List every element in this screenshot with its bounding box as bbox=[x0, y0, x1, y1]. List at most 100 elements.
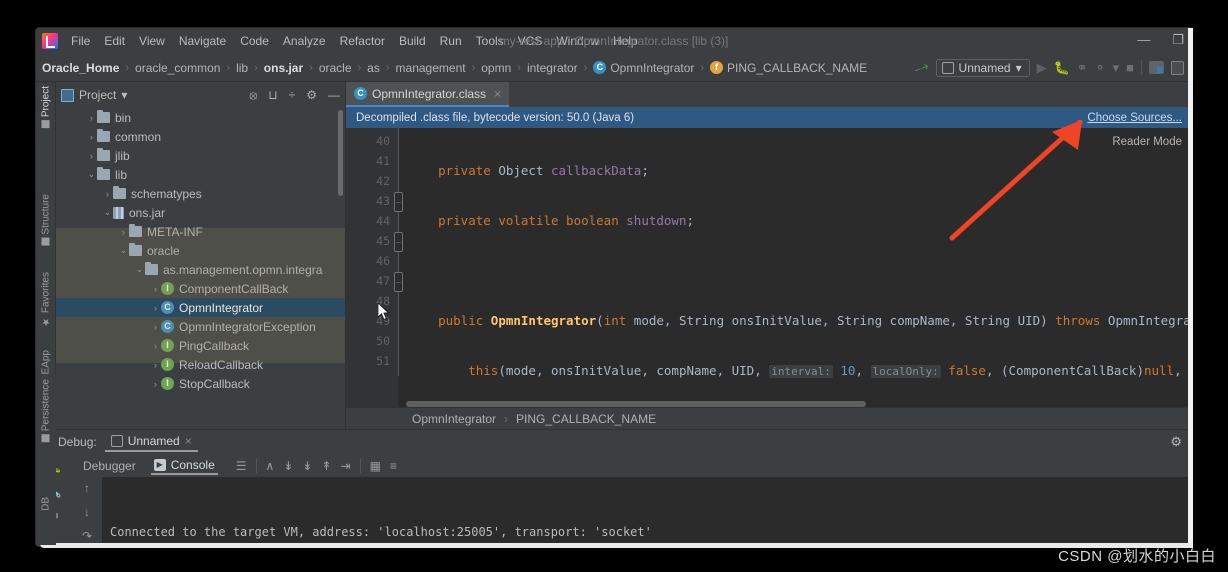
tree-item-schematypes[interactable]: › schematypes bbox=[56, 184, 345, 203]
menu-item-vcs[interactable]: VCS bbox=[511, 31, 550, 51]
step-over-icon[interactable]: ∧ bbox=[266, 459, 275, 473]
debug-icon[interactable]: 🐛 bbox=[1054, 60, 1070, 75]
menu-item-navigate[interactable]: Navigate bbox=[172, 31, 233, 51]
menu-item-view[interactable]: View bbox=[132, 31, 172, 51]
run-to-cursor-icon[interactable]: ⇥ bbox=[341, 459, 351, 473]
chevron-right-icon[interactable]: › bbox=[86, 113, 97, 123]
breadcrumb-ons-jar[interactable]: ons.jar bbox=[264, 61, 303, 75]
debug-session-tab[interactable]: Unnamed × bbox=[104, 432, 198, 452]
fold-marker-icon[interactable]: − bbox=[394, 272, 403, 292]
hide-icon[interactable]: — bbox=[328, 88, 340, 102]
tool-window-button-structure[interactable]: Structure bbox=[40, 194, 51, 246]
chevron-right-icon[interactable]: › bbox=[150, 303, 161, 313]
tab-debugger[interactable]: Debugger bbox=[80, 458, 139, 474]
editor-tab-opmnintegrator-class[interactable]: C OpmnIntegrator.class × bbox=[346, 82, 510, 107]
close-icon[interactable]: × bbox=[494, 87, 501, 101]
source-code[interactable]: private Object callbackData; private vol… bbox=[398, 128, 1192, 407]
breadcrumb-opmnintegrator[interactable]: C OpmnIntegrator bbox=[593, 61, 694, 75]
breadcrumb-management[interactable]: management bbox=[396, 61, 466, 75]
breadcrumb-oracle-common[interactable]: oracle_common bbox=[135, 61, 220, 75]
breadcrumb-opmn[interactable]: opmn bbox=[481, 61, 511, 75]
build-hammer-icon[interactable]: ⤍ bbox=[912, 57, 931, 78]
chevron-right-icon[interactable]: › bbox=[150, 322, 161, 332]
menu-item-file[interactable]: File bbox=[64, 31, 97, 51]
chevron-down-icon[interactable]: ⌄ bbox=[134, 264, 145, 275]
step-into-icon[interactable]: ↡ bbox=[283, 459, 293, 473]
close-icon[interactable]: × bbox=[185, 434, 192, 448]
tree-item-opmnintegratorexception[interactable]: › C OpmnIntegratorException bbox=[56, 317, 345, 336]
step-out-icon[interactable]: ↟ bbox=[321, 459, 331, 473]
profiler-icon[interactable]: ⚬ bbox=[1095, 60, 1106, 75]
reader-mode-label[interactable]: Reader Mode bbox=[1112, 136, 1182, 148]
chevron-down-icon[interactable]: ▾ bbox=[1113, 60, 1120, 75]
menu-item-help[interactable]: Help bbox=[606, 31, 645, 51]
tree-item-pingcallback[interactable]: › I PingCallback bbox=[56, 336, 345, 355]
tree-item-jlib[interactable]: › jlib bbox=[56, 146, 345, 165]
menu-item-build[interactable]: Build bbox=[392, 31, 433, 51]
tree-item-package[interactable]: ⌄ as.management.opmn.integra bbox=[56, 260, 345, 279]
chevron-right-icon[interactable]: › bbox=[118, 227, 129, 237]
tree-item-ons-jar[interactable]: ⌄ ons.jar bbox=[56, 203, 345, 222]
tool-window-button-project[interactable]: Project bbox=[40, 86, 51, 129]
force-step-into-icon[interactable]: ↡ bbox=[302, 459, 312, 473]
tree-item-componentcallback[interactable]: › I ComponentCallBack bbox=[56, 279, 345, 298]
menu-item-refactor[interactable]: Refactor bbox=[333, 31, 392, 51]
tree-item-bin[interactable]: › bin bbox=[56, 108, 345, 127]
locate-icon[interactable]: ⦻ bbox=[249, 88, 257, 103]
run-icon[interactable]: ▶ bbox=[1037, 60, 1047, 75]
breadcrumb-oracle[interactable]: oracle bbox=[319, 61, 352, 75]
chevron-down-icon[interactable]: ⌄ bbox=[118, 245, 129, 256]
run-configuration-selector[interactable]: Unnamed ▾ bbox=[935, 58, 1030, 77]
breadcrumb-as[interactable]: as bbox=[367, 61, 380, 75]
chevron-down-icon[interactable]: ▾ bbox=[121, 88, 127, 102]
stop-icon[interactable]: ■ bbox=[1126, 60, 1134, 75]
maximize-button[interactable]: ❐ bbox=[1172, 32, 1184, 48]
tool-window-button-favorites[interactable]: ★ Favorites bbox=[40, 272, 51, 327]
minimize-button[interactable]: — bbox=[1137, 32, 1150, 48]
menu-item-run[interactable]: Run bbox=[433, 31, 469, 51]
gear-icon[interactable]: ⚙ bbox=[1170, 434, 1182, 450]
expand-all-icon[interactable]: ⊔ bbox=[268, 88, 277, 102]
soft-wrap-icon[interactable]: ☰ bbox=[236, 459, 247, 473]
tree-item-common[interactable]: › common bbox=[56, 127, 345, 146]
choose-sources-link[interactable]: Choose Sources... bbox=[1087, 112, 1182, 124]
tree-item-lib[interactable]: ⌄ lib bbox=[56, 165, 345, 184]
chevron-down-icon[interactable]: ⌄ bbox=[86, 169, 97, 180]
tree-item-reloadcallback[interactable]: › I ReloadCallback bbox=[56, 355, 345, 374]
chevron-right-icon[interactable]: › bbox=[102, 189, 113, 199]
menu-item-edit[interactable]: Edit bbox=[97, 31, 132, 51]
tree-item-oracle[interactable]: ⌄ oracle bbox=[56, 241, 345, 260]
code-viewport[interactable]: 40 41 42 43 44 45 46 47 48 49 50 51 − − … bbox=[346, 128, 1192, 407]
fold-marker-icon[interactable]: − bbox=[394, 232, 403, 252]
tree-scrollbar[interactable] bbox=[338, 110, 343, 196]
chevron-right-icon[interactable]: › bbox=[150, 341, 161, 351]
tool-window-button-persistence[interactable]: Persistence bbox=[41, 379, 52, 443]
soft-wrap-icon[interactable]: ↷ bbox=[82, 529, 92, 543]
menu-item-code[interactable]: Code bbox=[233, 31, 276, 51]
chevron-right-icon[interactable]: › bbox=[86, 132, 97, 142]
chevron-right-icon[interactable]: › bbox=[86, 151, 97, 161]
tab-console[interactable]: ▶ Console bbox=[150, 457, 218, 475]
project-structure-icon[interactable] bbox=[1149, 61, 1164, 74]
editor-breadcrumb-class[interactable]: OpmnIntegrator bbox=[412, 412, 496, 426]
collapse-all-icon[interactable]: ÷ bbox=[289, 88, 296, 102]
settings-icon[interactable]: ≡ bbox=[390, 459, 397, 473]
breadcrumb-lib[interactable]: lib bbox=[236, 61, 248, 75]
editor-breadcrumb-field[interactable]: PING_CALLBACK_NAME bbox=[516, 412, 656, 426]
tree-item-meta-inf[interactable]: › META-INF bbox=[56, 222, 345, 241]
chevron-down-icon[interactable]: ⌄ bbox=[102, 207, 113, 218]
tree-item-opmnintegrator[interactable]: › C OpmnIntegrator bbox=[56, 298, 345, 317]
run-with-coverage-icon[interactable]: ⚭ bbox=[1077, 60, 1088, 75]
tool-window-button-db[interactable]: DB bbox=[41, 497, 52, 511]
horizontal-scrollbar[interactable] bbox=[406, 401, 866, 407]
settings-icon[interactable] bbox=[1171, 60, 1184, 75]
chevron-right-icon[interactable]: › bbox=[150, 284, 161, 294]
up-arrow-icon[interactable]: ↑ bbox=[84, 481, 90, 495]
tree-item-stopcallback[interactable]: › I StopCallback bbox=[56, 374, 345, 393]
chevron-right-icon[interactable]: › bbox=[150, 360, 161, 370]
fold-marker-icon[interactable]: − bbox=[394, 192, 403, 212]
console-output[interactable]: Connected to the target VM, address: 'lo… bbox=[102, 477, 1192, 546]
chevron-right-icon[interactable]: › bbox=[150, 379, 161, 389]
gear-icon[interactable]: ⚙ bbox=[306, 88, 317, 102]
menu-item-tools[interactable]: Tools bbox=[469, 31, 511, 51]
